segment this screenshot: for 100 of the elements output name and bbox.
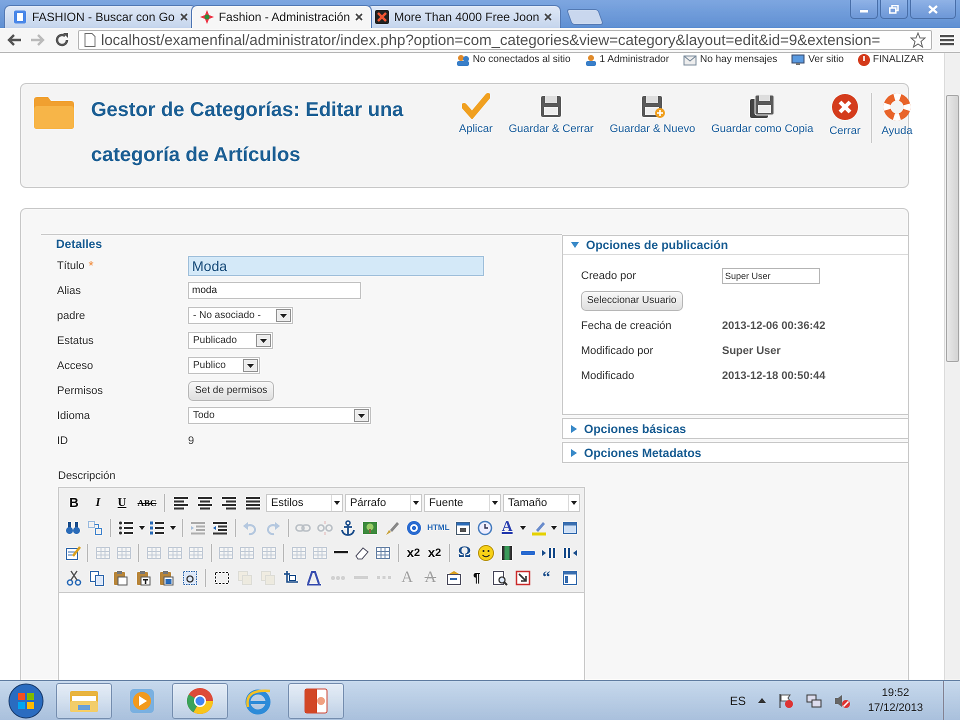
select-field[interactable]: Publicado: [188, 332, 273, 349]
taskbar-button[interactable]: [172, 682, 228, 718]
square-logo-icon: [375, 10, 390, 24]
eraser-icon: [354, 544, 370, 560]
back-button[interactable]: [6, 33, 22, 47]
status-link[interactable]: Ver sitio: [808, 53, 844, 66]
monitor-icon: [791, 54, 806, 66]
align-center-icon: [197, 494, 213, 510]
format-button[interactable]: Ω: [455, 542, 474, 564]
format-dropdown[interactable]: Párrafo: [345, 494, 422, 512]
format-button[interactable]: I: [87, 492, 109, 514]
format-button[interactable]: ¶: [466, 566, 488, 588]
format-button[interactable]: “: [536, 566, 557, 588]
taskbar-button[interactable]: [288, 682, 344, 718]
brush-icon: [384, 520, 400, 536]
table-icon: [167, 544, 184, 560]
minimize-button[interactable]: [850, 0, 878, 19]
caret-down-icon: [138, 526, 145, 530]
browser-tab[interactable]: Fashion - Administración: [190, 5, 372, 28]
smiley-icon: [478, 544, 494, 560]
speaker-muted-icon: [834, 692, 850, 708]
status-link[interactable]: 1 Administrador: [600, 53, 670, 66]
format-button[interactable]: ABC: [135, 492, 159, 514]
field-label: Estatus: [57, 334, 94, 346]
text-field[interactable]: moda: [188, 282, 361, 299]
select-field[interactable]: - No asociado -: [188, 307, 293, 324]
users-icon: [456, 54, 470, 66]
permissions-button[interactable]: Set de permisos: [188, 380, 274, 400]
field-label: ID: [57, 434, 68, 446]
new-tab-button[interactable]: [566, 9, 604, 25]
field-value: 9: [188, 434, 194, 446]
close-icon: [830, 93, 859, 121]
format-dropdown[interactable]: Estilos: [266, 494, 343, 512]
select-field[interactable]: Todo: [188, 407, 371, 424]
attributes-icon: [446, 570, 462, 586]
status-link[interactable]: No conectados al sitio: [472, 53, 571, 66]
language-indicator[interactable]: ES: [730, 694, 746, 708]
field-label: Título: [57, 260, 85, 272]
toolbar-button[interactable]: Guardar como Copia: [703, 93, 822, 135]
table-icon: [116, 544, 132, 560]
text-field[interactable]: Moda: [188, 256, 484, 276]
status-link[interactable]: FINALIZAR: [872, 53, 924, 66]
format-button[interactable]: A: [497, 516, 518, 538]
bullet-list-icon: [118, 520, 134, 536]
calendar-icon: [455, 520, 472, 536]
format-button[interactable]: HTML: [426, 516, 452, 538]
forward-arrow-icon: [30, 33, 46, 47]
scrollbar[interactable]: [944, 53, 960, 680]
copy-icon: [88, 570, 105, 586]
caret-down-icon: [551, 526, 558, 530]
page-icon: [13, 10, 27, 24]
format-button[interactable]: U: [111, 492, 133, 514]
address-bar[interactable]: localhost/examenfinal/administrator/index.php?option=com_categories&view=category&layout=edit&id=9&extension=: [78, 30, 932, 50]
toolbar-button[interactable]: Aplicar: [451, 93, 501, 135]
page-break-icon: [515, 570, 532, 586]
insert-layer-icon: [283, 570, 300, 586]
menu-icon: [940, 33, 954, 47]
reload-button[interactable]: [54, 32, 70, 48]
replace-icon: [87, 520, 104, 536]
align-left-icon: [173, 494, 189, 510]
format-dropdown[interactable]: Fuente: [424, 494, 501, 512]
close-icon: [180, 13, 188, 21]
close-icon: [544, 13, 552, 21]
binoculars-icon: [65, 520, 82, 536]
select-all-icon: [182, 570, 198, 586]
format-button[interactable]: B: [63, 492, 85, 514]
play-button-icon: [128, 686, 156, 714]
clock-icon: [477, 520, 494, 536]
menu-button[interactable]: [940, 33, 954, 47]
close-icon: [355, 13, 364, 21]
field-label: Modificado: [581, 370, 636, 382]
window-icon: [562, 520, 578, 536]
flag-icon: [778, 692, 794, 708]
field-label: Alias: [57, 284, 81, 296]
select-field[interactable]: Publico: [188, 357, 260, 374]
format-dropdown[interactable]: Tamaño: [503, 494, 580, 512]
bar-icon: [521, 550, 536, 554]
outdent-icon: [190, 520, 206, 536]
restore-button[interactable]: [880, 0, 908, 19]
dropdown-arrow-icon: [247, 364, 254, 368]
field-value: Super User: [722, 344, 781, 356]
table-icon: [239, 544, 256, 560]
scrollbar-thumb[interactable]: [946, 95, 959, 362]
close-window-button[interactable]: [910, 0, 956, 19]
start-button[interactable]: [8, 682, 46, 720]
toolbar-button[interactable]: Ayuda: [874, 93, 920, 137]
select-user-button[interactable]: Seleccionar Usuario: [581, 290, 682, 310]
status-link[interactable]: No hay mensajes: [700, 53, 778, 66]
toolbar-button[interactable]: Guardar & Nuevo: [602, 93, 704, 135]
anchor-icon: [340, 520, 356, 536]
text-field[interactable]: Super User: [722, 268, 820, 284]
star-logo-icon: [200, 10, 214, 24]
caret-down-icon: [571, 500, 577, 504]
toolbar-button[interactable]: Cerrar: [821, 93, 868, 137]
restore-icon: [889, 4, 899, 14]
clock-time: 19:52: [882, 686, 910, 700]
back-arrow-icon: [6, 33, 22, 47]
toolbar-button[interactable]: Guardar & Cerrar: [500, 93, 602, 135]
taskbar-button[interactable]: [56, 682, 112, 718]
table-icon: [188, 544, 204, 560]
